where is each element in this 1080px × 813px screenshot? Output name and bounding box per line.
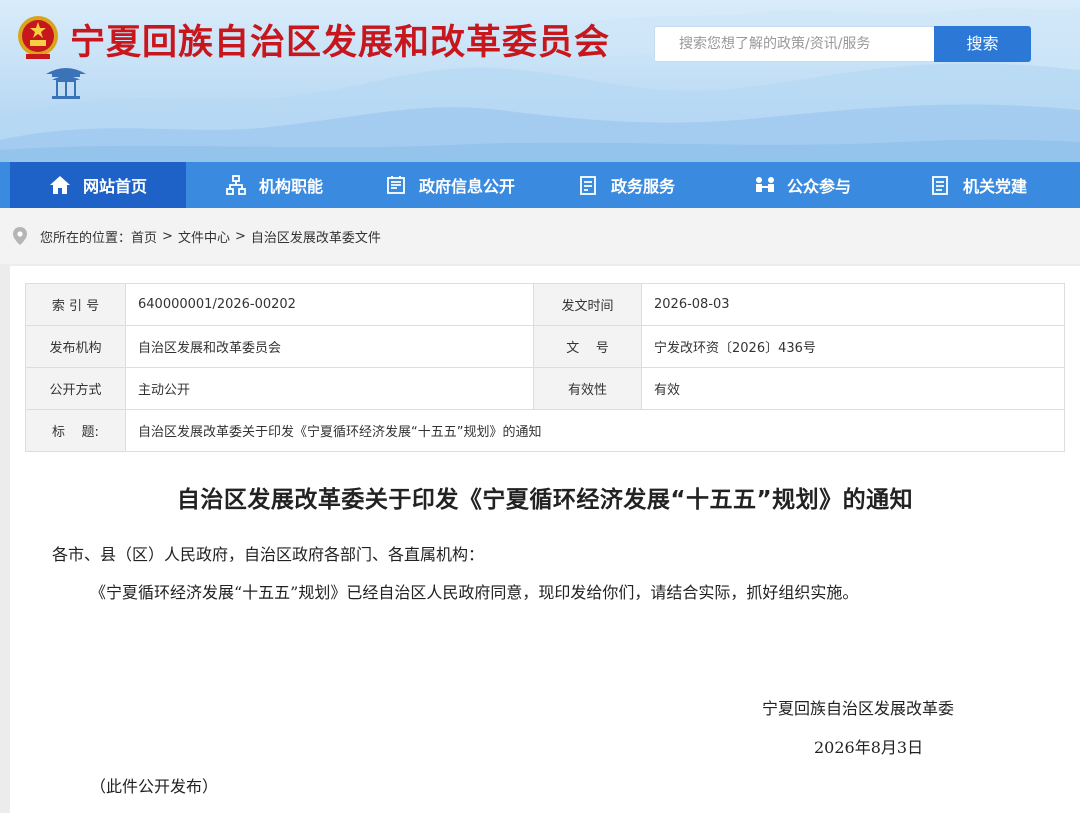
home-icon: [49, 174, 71, 196]
nav-item-home[interactable]: 网站首页: [10, 162, 186, 208]
disclosure-value: 主动公开: [125, 367, 534, 410]
national-emblem-icon: [18, 16, 58, 59]
location-pin-icon: [13, 227, 27, 245]
breadcrumb-separator: >: [162, 228, 173, 244]
table-row: 公开方式 主动公开 有效性 有效: [25, 367, 1065, 410]
nav-item-label: 政府信息公开: [418, 177, 515, 196]
nav-item-org[interactable]: 机构职能: [186, 162, 362, 208]
breadcrumb-prefix: 您所在的位置：: [40, 230, 132, 246]
nav-item-label: 公众参与: [786, 177, 851, 196]
breadcrumb-separator: >: [234, 228, 246, 244]
pavilion-icon: [46, 68, 86, 99]
issuer-value: 自治区发展和改革委员会: [125, 325, 534, 368]
nav-item-services[interactable]: 政务服务: [538, 162, 714, 208]
validity-value: 有效: [641, 367, 1065, 410]
docno-value: 宁发改环资〔2026〕436号: [641, 325, 1065, 368]
breadcrumb: 您所在的位置： 首页 > 文件中心 > 自治区发展改革委文件: [0, 208, 1080, 264]
issuer-label: 发布机构: [25, 325, 126, 368]
index-label: 索 引 号: [25, 283, 126, 326]
site-header: 宁夏回族自治区发展和改革委员会 搜索您想了解的政策/资讯/服务 搜索: [0, 0, 1080, 162]
index-value: 640000001/2026-00202: [125, 283, 534, 326]
docno-label: 文 号: [533, 325, 642, 368]
site-title[interactable]: 宁夏回族自治区发展和改革委员会: [70, 14, 610, 65]
breadcrumb-home[interactable]: 首页: [131, 227, 157, 246]
breadcrumb-current[interactable]: 自治区发展改革委文件: [251, 227, 381, 246]
date-label: 发文时间: [533, 283, 642, 326]
document-note: （此件公开发布）: [90, 777, 219, 796]
validity-label: 有效性: [533, 367, 642, 410]
nav-item-label: 机关党建: [962, 177, 1027, 196]
search-input[interactable]: 搜索您想了解的政策/资讯/服务: [654, 26, 934, 62]
document-date: 2026年8月3日: [814, 738, 924, 757]
article-content: 索 引 号 640000001/2026-00202 发文时间 2026-08-…: [10, 266, 1080, 813]
date-value: 2026-08-03: [641, 283, 1065, 326]
clipboard-icon: [929, 174, 951, 196]
document-list-icon: [577, 174, 599, 196]
nav-item-gov-info[interactable]: 政府信息公开: [362, 162, 538, 208]
people-icon: [753, 174, 775, 196]
nav-item-participation[interactable]: 公众参与: [714, 162, 890, 208]
search-button[interactable]: 搜索: [934, 26, 1031, 62]
title-label: 标 题:: [25, 409, 126, 452]
newspaper-icon: [385, 174, 407, 196]
main-nav: 网站首页 机构职能 政府信息公开 政务服务 公众参与 机关党建: [0, 162, 1080, 208]
org-chart-icon: [225, 174, 247, 196]
nav-item-label: 网站首页: [82, 177, 147, 196]
document-signature: 宁夏回族自治区发展改革委: [762, 699, 955, 718]
table-row: 索 引 号 640000001/2026-00202 发文时间 2026-08-…: [25, 283, 1065, 326]
nav-item-party[interactable]: 机关党建: [890, 162, 1066, 208]
table-row: 标 题: 自治区发展改革委关于印发《宁夏循环经济发展“十五五”规划》的通知: [25, 409, 1065, 452]
document-title: 自治区发展改革委关于印发《宁夏循环经济发展“十五五”规划》的通知: [176, 487, 914, 513]
disclosure-label: 公开方式: [25, 367, 126, 410]
breadcrumb-file-center[interactable]: 文件中心: [178, 227, 230, 246]
document-body: 《宁夏循环经济发展“十五五”规划》已经自治区人民政府同意，现印发给你们，请结合实…: [90, 583, 859, 602]
document-salutation: 各市、县（区）人民政府，自治区政府各部门、各直属机构：: [52, 545, 485, 564]
nav-item-label: 政务服务: [610, 177, 675, 196]
title-value: 自治区发展改革委关于印发《宁夏循环经济发展“十五五”规划》的通知: [125, 409, 1065, 452]
table-row: 发布机构 自治区发展和改革委员会 文 号 宁发改环资〔2026〕436号: [25, 325, 1065, 368]
nav-item-label: 机构职能: [258, 177, 323, 196]
metadata-table: 索 引 号 640000001/2026-00202 发文时间 2026-08-…: [25, 283, 1065, 452]
